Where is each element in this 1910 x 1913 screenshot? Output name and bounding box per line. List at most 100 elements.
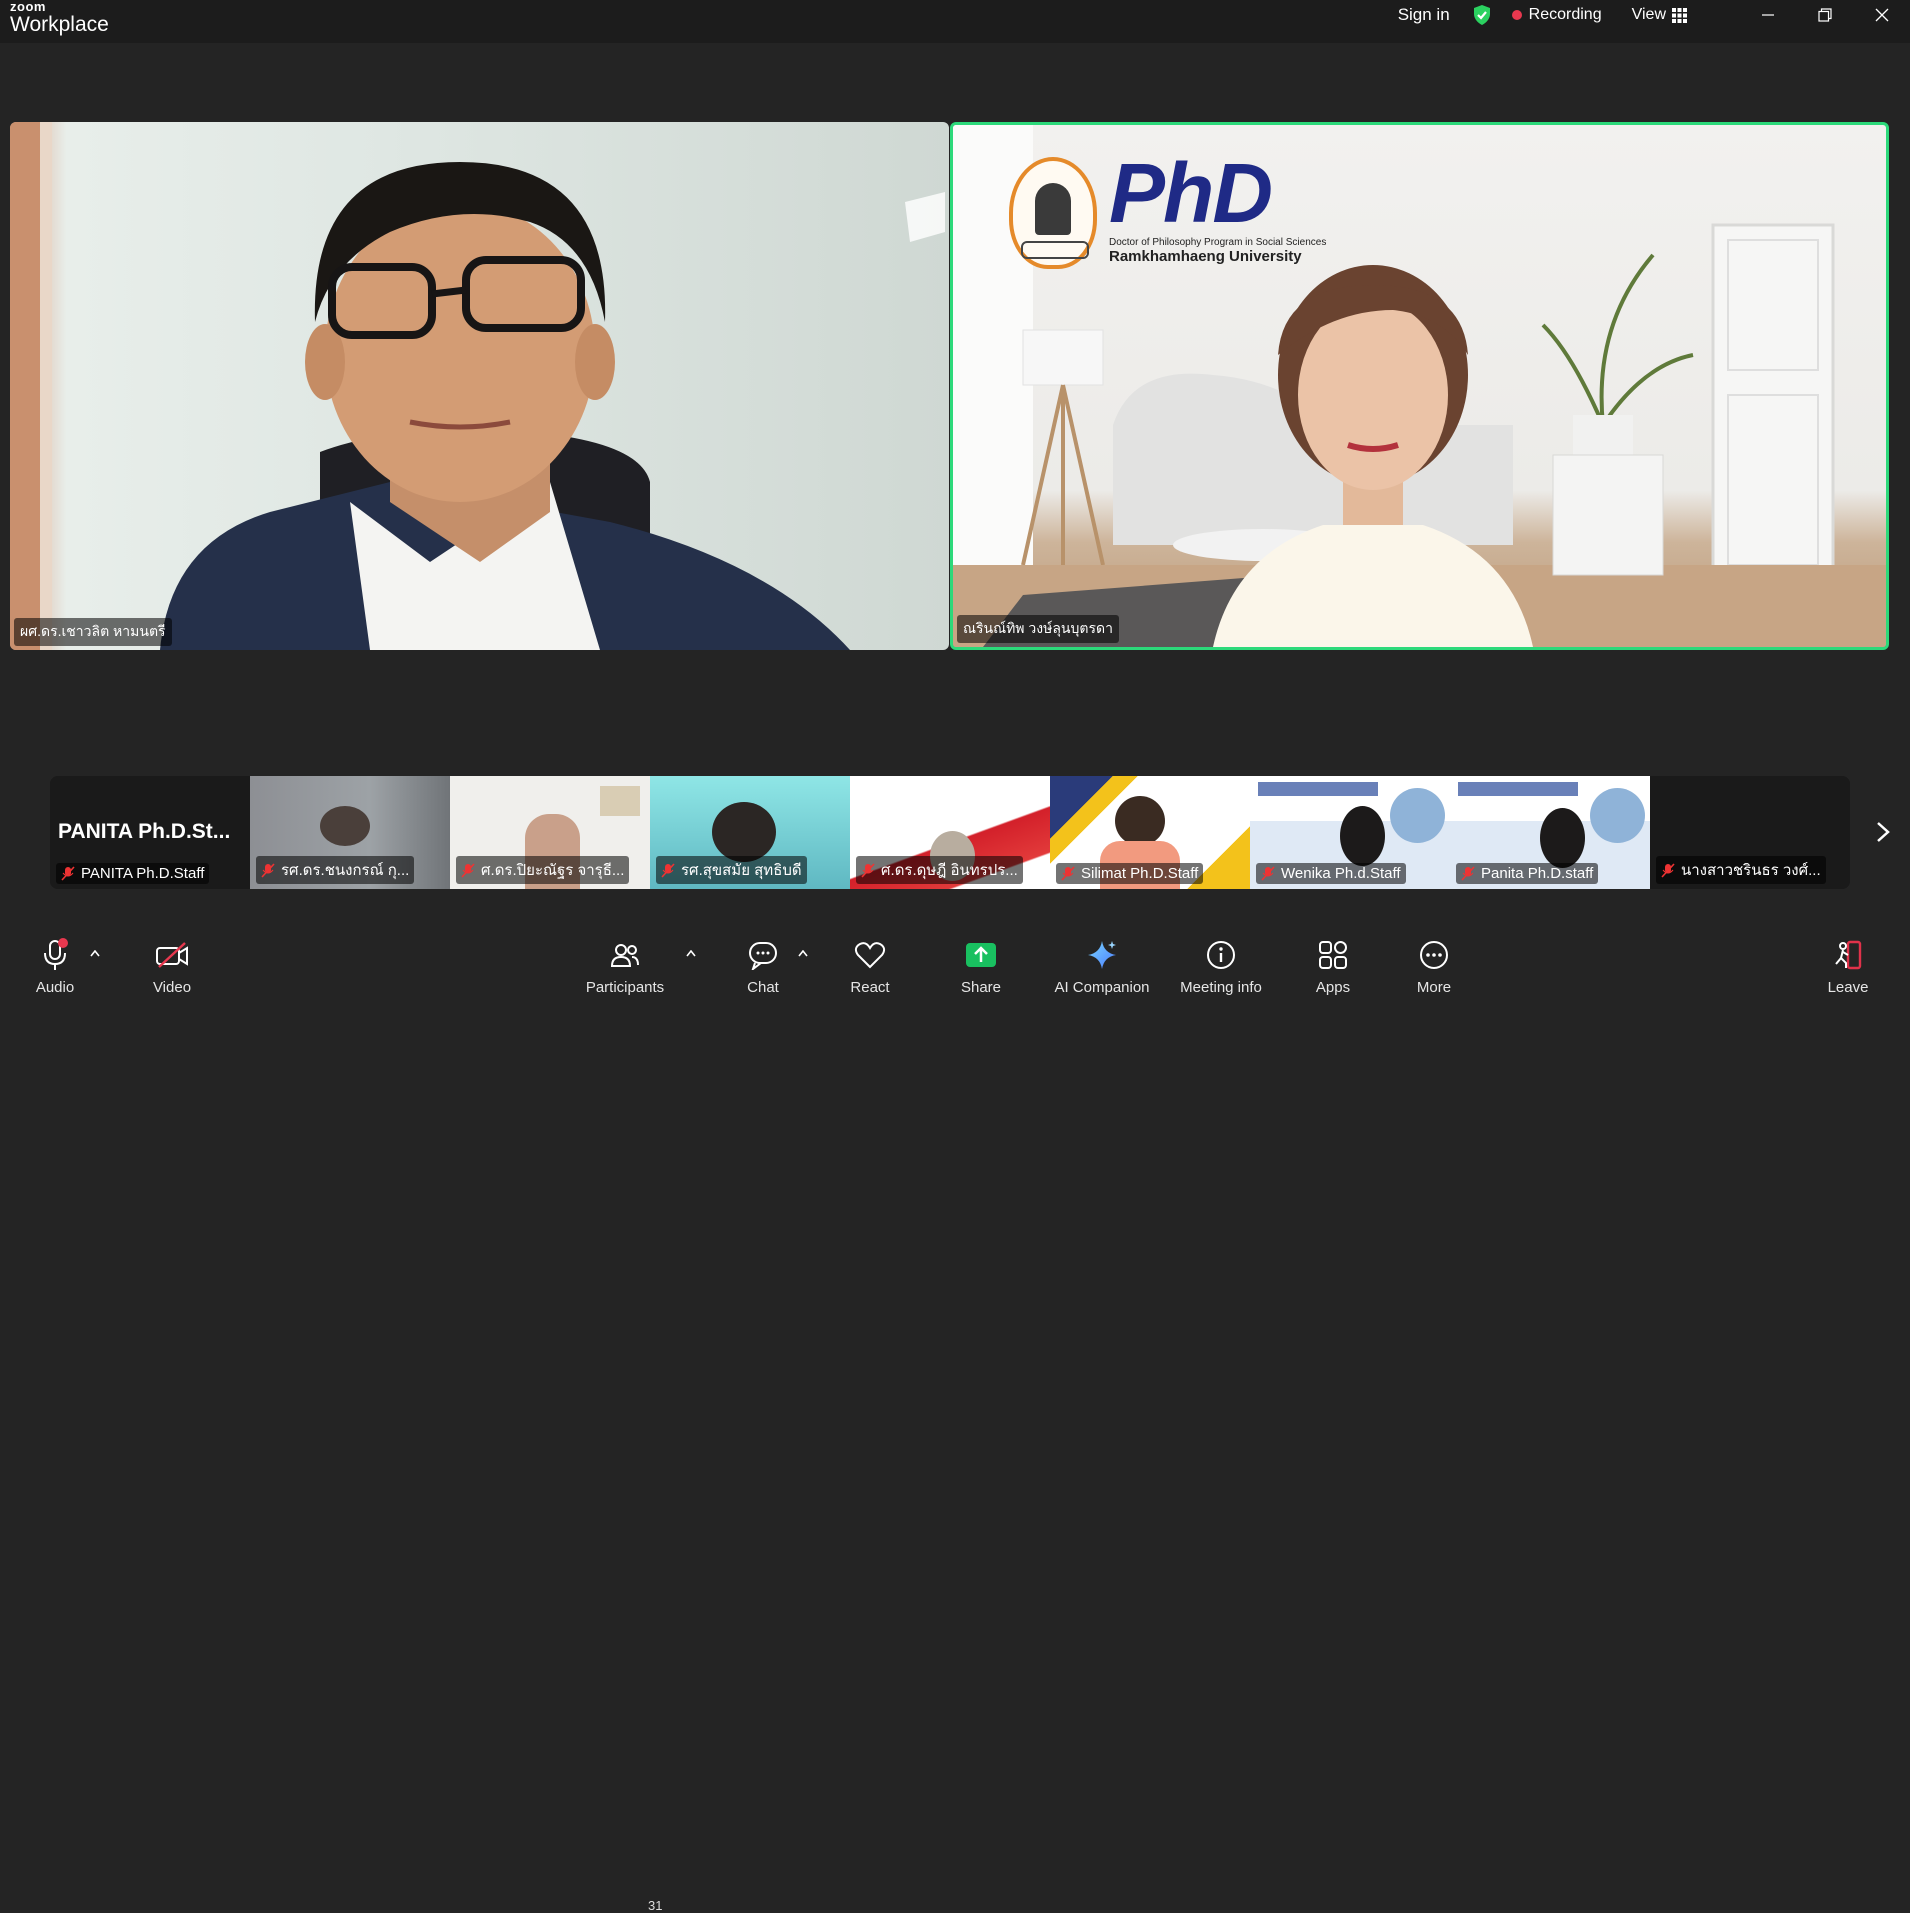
meeting-toolbar: Audio Video Participants 31 Chat React S… — [0, 937, 1910, 1913]
leave-button[interactable]: Leave — [1793, 937, 1903, 996]
speaker-2-name: ณรินณ์ทิพ วงษ์ลุนบุตรดา — [957, 615, 1119, 643]
meeting-info-label: Meeting info — [1180, 979, 1262, 996]
share-button[interactable]: Share — [926, 937, 1036, 996]
participant-thumb[interactable]: รศ.ดร.ชนงกรณ์ กุ... — [250, 776, 450, 889]
chevron-right-icon — [1877, 822, 1890, 842]
sign-in-link[interactable]: Sign in — [1398, 5, 1450, 25]
mic-muted-icon — [1661, 862, 1675, 878]
participant-name: รศ.ดร.ชนงกรณ์ กุ... — [256, 856, 415, 884]
view-button[interactable]: View — [1632, 6, 1687, 24]
participant-video-image — [1540, 808, 1585, 868]
video-tile-speaker-2[interactable]: PhD Doctor of Philosophy Program in Soci… — [950, 122, 1889, 650]
phd-logo-subtitle: Doctor of Philosophy Program in Social S… — [1109, 237, 1327, 248]
brand-zoom: zoom — [10, 0, 46, 14]
chat-label: Chat — [747, 979, 779, 996]
recording-dot-icon — [1511, 10, 1522, 20]
react-button[interactable]: React — [815, 937, 925, 996]
heart-icon — [854, 942, 886, 969]
title-bar: zoom Workplace Sign in Recording View — [0, 0, 1910, 43]
participant-name: Silimat Ph.D.Staff — [1056, 863, 1204, 884]
participant-name: ศ.ดร.ดุษฎี อินทรปร... — [856, 856, 1023, 884]
participants-button[interactable]: Participants — [570, 937, 680, 996]
mic-muted-icon — [861, 862, 875, 878]
participants-options-button[interactable] — [683, 945, 699, 961]
video-label: Video — [152, 979, 192, 996]
participant-thumb[interactable]: ศ.ดร.ดุษฎี อินทรปร... — [850, 776, 1050, 889]
participant-name: Panita Ph.D.staff — [1456, 863, 1599, 884]
participant-avatar-name: PANITA Ph.D.St... — [58, 820, 231, 843]
grid-icon — [1672, 7, 1687, 23]
share-screen-icon — [966, 943, 996, 967]
ai-companion-button[interactable]: AI Companion — [1047, 937, 1157, 996]
participants-icon — [610, 944, 639, 967]
restore-button[interactable] — [1796, 0, 1853, 30]
apps-button[interactable]: Apps — [1278, 937, 1388, 996]
participant-name: นางสาวชรินธร วงศ์... — [1656, 856, 1826, 884]
audio-options-button[interactable] — [87, 945, 103, 961]
participant-thumb[interactable]: Silimat Ph.D.Staff — [1050, 776, 1250, 889]
chevron-up-icon — [686, 949, 696, 956]
app-logo: zoom Workplace — [10, 0, 109, 35]
participant-name: PANITA Ph.D.Staff — [56, 863, 210, 884]
info-icon — [1207, 941, 1235, 969]
speaker-1-video-image — [10, 122, 945, 650]
mic-muted-icon — [1261, 866, 1275, 881]
participant-strip: PANITA Ph.D.St... PANITA Ph.D.Staff รศ.ด… — [50, 776, 1850, 889]
mic-muted-icon — [1461, 866, 1475, 881]
mic-muted-icon — [461, 862, 475, 878]
participant-video-image — [1115, 796, 1165, 846]
leave-icon — [1835, 940, 1862, 970]
brand-workplace: Workplace — [10, 13, 109, 36]
ai-companion-label: AI Companion — [1054, 979, 1150, 996]
phd-logo-text: PhD — [1109, 146, 1273, 240]
recording-indicator[interactable]: Recording — [1511, 6, 1602, 24]
chevron-up-icon — [798, 949, 808, 956]
speaker-1-name: ผศ.ดร.เชาวลิต หามนตรี — [14, 618, 172, 646]
participant-thumb[interactable]: นางสาวชรินธร วงศ์... — [1650, 776, 1850, 889]
more-icon — [1420, 941, 1448, 969]
participant-name: รศ.สุขสมัย สุทธิบดี — [656, 856, 807, 884]
participant-thumb[interactable]: Panita Ph.D.staff — [1450, 776, 1650, 889]
chat-icon — [749, 942, 777, 970]
participant-thumb[interactable]: ศ.ดร.ปิยะณัฐร จารุธี... — [450, 776, 650, 889]
participant-video-image — [1340, 806, 1385, 866]
more-button[interactable]: More — [1379, 937, 1489, 996]
chat-options-button[interactable] — [795, 945, 811, 961]
audio-label: Audio — [35, 979, 75, 996]
sparkle-icon — [1088, 941, 1116, 969]
participant-name: Wenika Ph.d.Staff — [1256, 863, 1406, 884]
mic-muted-icon — [661, 862, 675, 878]
mic-muted-icon — [61, 866, 75, 881]
participant-thumb[interactable]: PANITA Ph.D.St... PANITA Ph.D.Staff — [50, 776, 250, 889]
participants-label: Participants — [585, 979, 665, 996]
chevron-up-icon — [90, 949, 100, 956]
close-icon — [1875, 8, 1888, 22]
minimize-icon — [1761, 14, 1774, 16]
participant-name: ศ.ดร.ปิยะณัฐร จารุธี... — [456, 856, 630, 884]
video-tile-speaker-1[interactable]: ผศ.ดร.เชาวลิต หามนตรี — [10, 122, 949, 650]
view-label: View — [1631, 6, 1666, 23]
react-label: React — [850, 979, 890, 996]
microphone-icon — [44, 938, 68, 970]
mic-muted-icon — [261, 862, 275, 878]
phd-logo: PhD Doctor of Philosophy Program in Soci… — [1009, 151, 1327, 269]
university-seal-icon — [1009, 157, 1097, 269]
minimize-button[interactable] — [1739, 0, 1796, 30]
video-button[interactable]: Video — [117, 937, 227, 996]
participant-video-image — [320, 806, 370, 846]
share-label: Share — [960, 979, 1002, 996]
apps-label: Apps — [1315, 979, 1351, 996]
participants-count: 31 — [648, 1898, 663, 1913]
restore-icon — [1817, 8, 1832, 22]
more-label: More — [1416, 979, 1452, 996]
close-button[interactable] — [1853, 0, 1910, 30]
next-page-button[interactable] — [1870, 816, 1896, 848]
leave-label: Leave — [1827, 979, 1869, 996]
participant-thumb[interactable]: Wenika Ph.d.Staff — [1250, 776, 1450, 889]
apps-icon — [1319, 941, 1347, 969]
shield-check-icon[interactable] — [1472, 4, 1492, 26]
meeting-info-button[interactable]: Meeting info — [1166, 937, 1276, 996]
participant-video-image — [712, 802, 776, 862]
participant-thumb[interactable]: รศ.สุขสมัย สุทธิบดี — [650, 776, 850, 889]
video-off-icon — [156, 942, 188, 968]
